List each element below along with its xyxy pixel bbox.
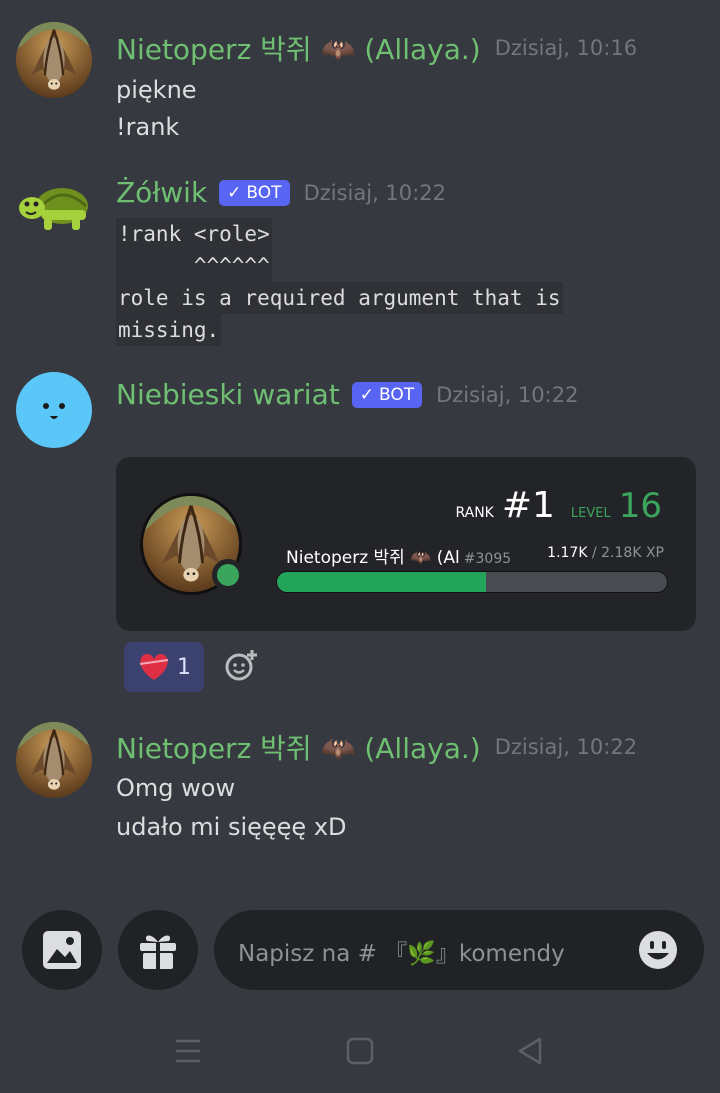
- message-header: Żółwik ✓ BOT Dzisiaj, 10:22: [116, 176, 446, 209]
- avatar[interactable]: [16, 170, 92, 246]
- gift-button[interactable]: [118, 910, 198, 990]
- check-icon: ✓: [359, 384, 374, 405]
- message-input-placeholder: Napisz na # 『🌿』komendy: [238, 941, 565, 967]
- code-line: role is a required argument that is: [116, 282, 563, 314]
- add-reaction-button[interactable]: [224, 648, 258, 682]
- image-icon: [43, 931, 81, 969]
- rank-label: RANK: [455, 505, 494, 521]
- discriminator: #3095: [463, 551, 512, 567]
- timestamp: Dzisiaj, 10:22: [436, 382, 579, 407]
- message-text: Omg wow: [116, 774, 236, 802]
- attach-image-button[interactable]: [22, 910, 102, 990]
- author-name[interactable]: Nietoperz 박쥐 🦇 (Allaya.): [116, 28, 481, 68]
- reaction-count: 1: [177, 654, 191, 680]
- code-line: !rank <role>: [116, 218, 272, 250]
- menu-icon[interactable]: [172, 1035, 204, 1067]
- xp-readout: 1.17K / 2.18K XP: [547, 545, 664, 561]
- xp-progress-bar: [276, 571, 668, 593]
- timestamp: Dzisiaj, 10:16: [494, 36, 638, 60]
- author-name[interactable]: Żółwik: [116, 176, 207, 209]
- message-header: Nietoperz 박쥐 🦇 (Allaya.) Dzisiaj, 10:22: [116, 727, 637, 767]
- timestamp: Dzisiaj, 10:22: [494, 735, 638, 759]
- rank-value: #1: [501, 485, 555, 526]
- heart-icon: [139, 654, 169, 680]
- emoji-icon: [639, 931, 677, 969]
- rank-card[interactable]: RANK #1 LEVEL 16 Nietoperz 박쥐 🦇 (Al #3095…: [116, 457, 696, 631]
- message-text: piękne: [116, 76, 197, 104]
- back-icon[interactable]: [514, 1035, 546, 1067]
- message-text: !rank: [116, 113, 180, 141]
- add-reaction-icon: [225, 650, 257, 681]
- gift-icon: [140, 935, 176, 969]
- online-status-icon: [212, 559, 244, 591]
- emoji-button[interactable]: [638, 930, 678, 970]
- message-text: udało mi sięęęę xD: [116, 813, 347, 841]
- rank-card-username: Nietoperz 박쥐 🦇 (Al #3095: [286, 548, 512, 568]
- home-icon[interactable]: [344, 1035, 376, 1067]
- code-block: !rank <role> ^^^^^^ role is a required a…: [116, 218, 563, 346]
- code-line: missing.: [116, 314, 222, 346]
- level-label: LEVEL: [570, 506, 611, 521]
- check-icon: ✓: [227, 182, 242, 203]
- xp-progress-fill: [277, 572, 487, 592]
- message-input[interactable]: Napisz na # 『🌿』komendy: [214, 910, 704, 990]
- bot-badge: ✓ BOT: [351, 381, 423, 408]
- level-value: 16: [618, 486, 662, 526]
- timestamp: Dzisiaj, 10:22: [303, 180, 446, 205]
- author-name[interactable]: Nietoperz 박쥐 🦇 (Allaya.): [116, 727, 481, 767]
- xp-current: 1.17K: [547, 545, 588, 561]
- avatar[interactable]: [16, 722, 92, 798]
- avatar[interactable]: [16, 372, 92, 448]
- face-icon: [43, 403, 65, 419]
- xp-max: / 2.18K XP: [591, 545, 664, 561]
- avatar[interactable]: [16, 22, 92, 98]
- code-line: ^^^^^^: [116, 250, 272, 282]
- rank-level: RANK #1 LEVEL 16: [455, 485, 662, 526]
- reaction-button[interactable]: 1: [124, 642, 204, 692]
- message-header: Nietoperz 박쥐 🦇 (Allaya.) Dzisiaj, 10:16: [116, 28, 637, 68]
- bot-badge: ✓ BOT: [219, 179, 290, 206]
- message-header: Niebieski wariat ✓ BOT Dzisiaj, 10:22: [116, 378, 578, 411]
- author-name[interactable]: Niebieski wariat: [116, 378, 340, 411]
- turtle-icon: [16, 170, 92, 246]
